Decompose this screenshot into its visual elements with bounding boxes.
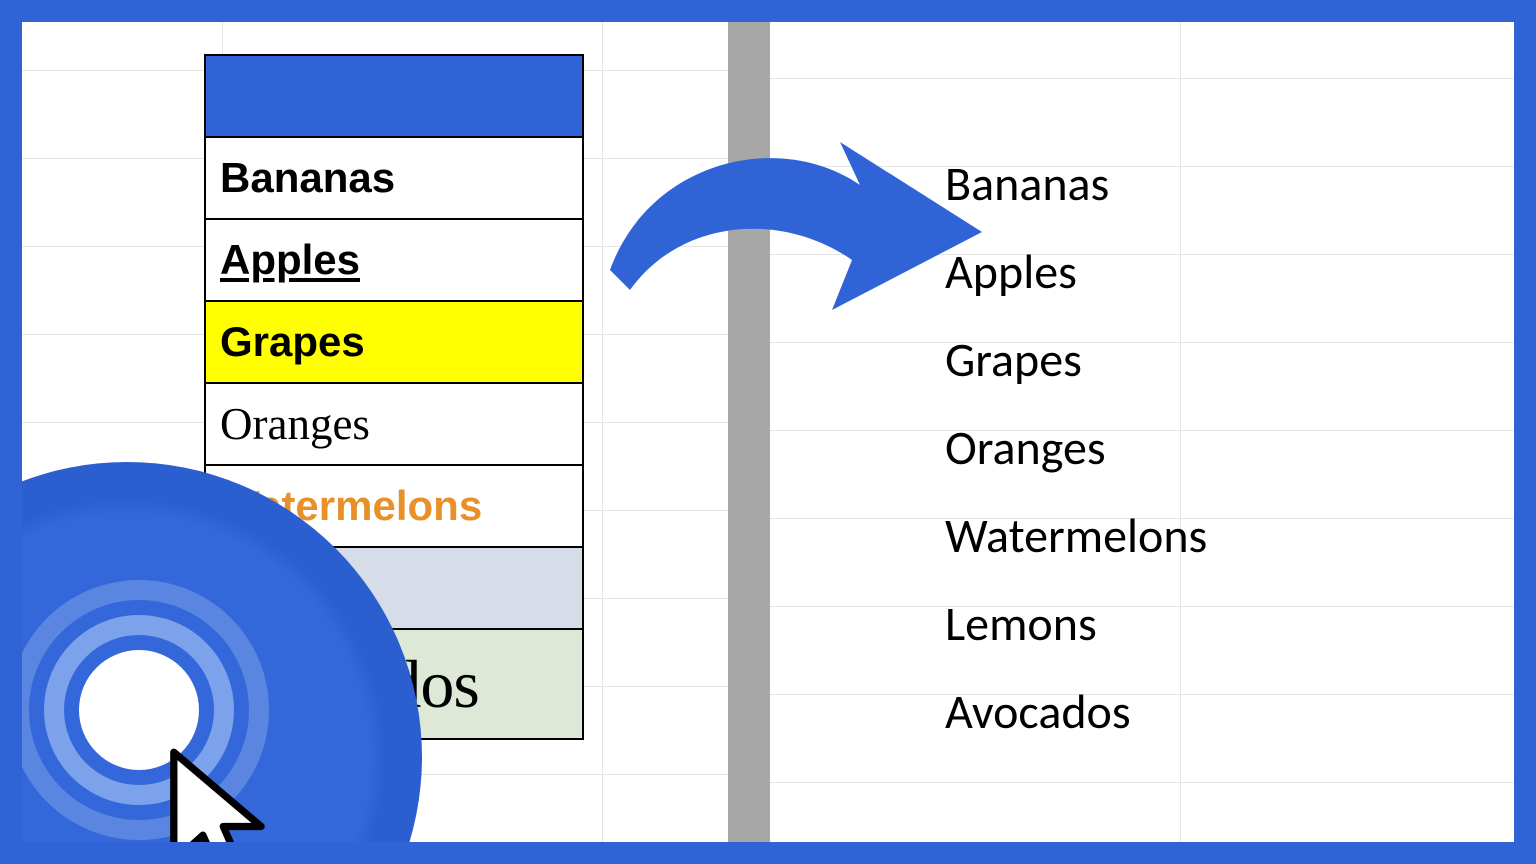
list-item[interactable]: Lemons [945,580,1207,668]
header-cell[interactable] [205,55,583,137]
list-item[interactable]: Oranges [945,404,1207,492]
list-item[interactable]: Watermelons [945,492,1207,580]
list-item[interactable]: Apples [945,228,1207,316]
right-spreadsheet-panel: Bananas Apples Grapes Oranges Watermelon… [770,22,1514,842]
content-area: Bananas Apples Grapes Oranges Watermelon… [22,22,1514,842]
plain-list: Bananas Apples Grapes Oranges Watermelon… [945,140,1207,756]
table-row[interactable]: Apples [205,219,583,301]
table-row[interactable]: Grapes [205,301,583,383]
table-row[interactable]: Oranges [205,383,583,465]
list-item[interactable]: Avocados [945,668,1207,756]
outer-frame: Bananas Apples Grapes Oranges Watermelon… [0,0,1536,864]
cell-grapes[interactable]: Grapes [205,301,583,383]
cell-bananas[interactable]: Bananas [205,137,583,219]
cell-apples[interactable]: Apples [205,219,583,301]
panel-divider [728,22,770,842]
list-item[interactable]: Grapes [945,316,1207,404]
table-row[interactable]: Bananas [205,137,583,219]
list-item[interactable]: Bananas [945,140,1207,228]
cell-oranges[interactable]: Oranges [205,383,583,465]
